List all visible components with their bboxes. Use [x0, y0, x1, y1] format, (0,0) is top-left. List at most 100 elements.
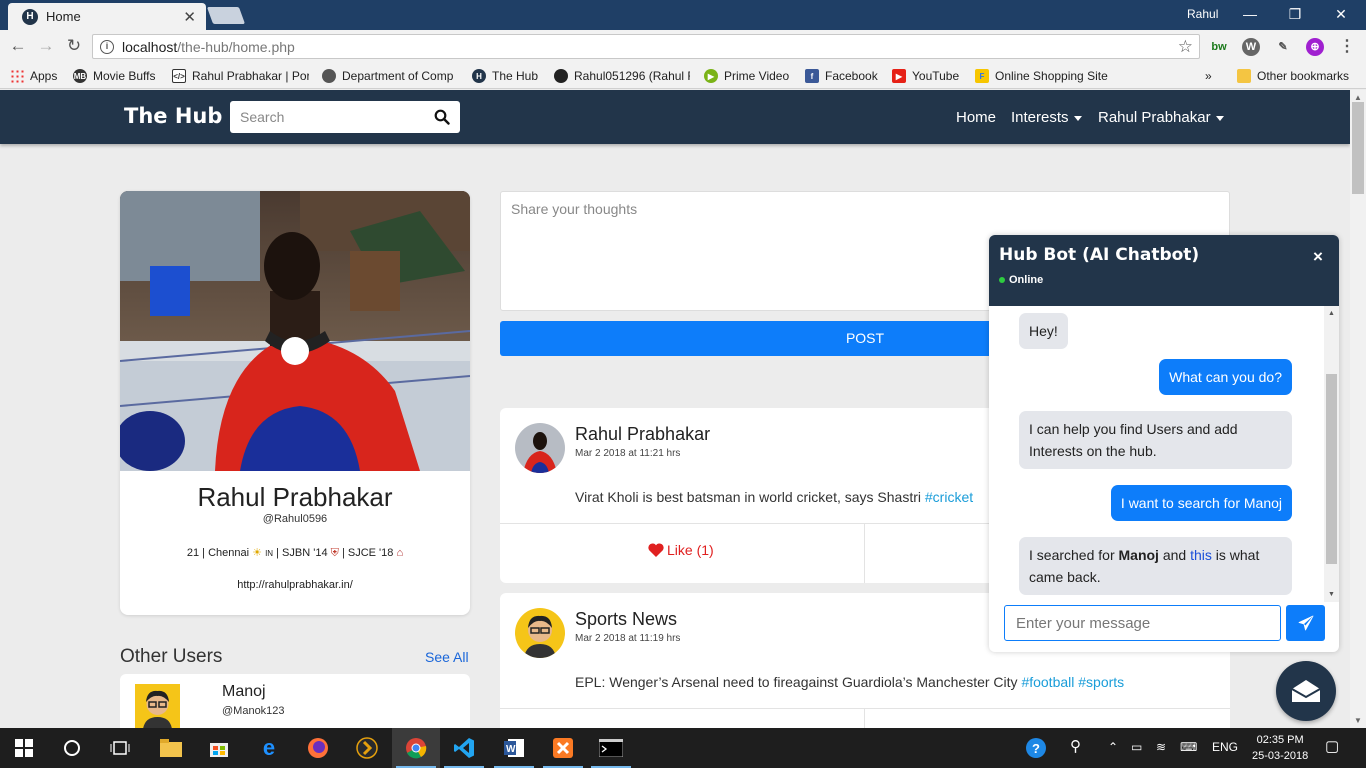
task-view-icon[interactable]: [108, 736, 132, 760]
chat-message-input[interactable]: [1004, 605, 1281, 641]
send-button[interactable]: [1286, 605, 1325, 641]
url-path: /the-hub/home.php: [177, 38, 295, 55]
vscode-icon[interactable]: [452, 736, 476, 760]
language-indicator[interactable]: ENG: [1212, 740, 1238, 754]
bookmark-shopping[interactable]: F Online Shopping Site: [975, 68, 1111, 84]
hashtag-link[interactable]: #cricket: [925, 489, 973, 505]
bookmark-other-bookmarks[interactable]: Other bookmarks: [1237, 68, 1349, 84]
battery-icon[interactable]: ▭: [1131, 740, 1142, 754]
more-bookmarks-chevron-icon[interactable]: »: [1205, 68, 1212, 84]
keyboard-icon[interactable]: ⌨: [1180, 740, 1197, 754]
edge-browser-icon[interactable]: e: [257, 735, 281, 760]
notifications-icon[interactable]: ▢: [1325, 737, 1339, 755]
scroll-up-icon[interactable]: ▲: [1328, 310, 1335, 317]
scroll-down-icon[interactable]: ▼: [1354, 716, 1362, 725]
chat-scrollbar[interactable]: ▲ ▼: [1324, 306, 1339, 602]
firefox-icon[interactable]: [306, 736, 330, 760]
page-content: The Hub Home Interests Rahul Prabhakar: [0, 90, 1350, 728]
address-bar[interactable]: i localhost /the-hub/home.php ☆: [92, 34, 1200, 59]
see-all-link[interactable]: See All: [425, 649, 469, 665]
bookmark-github[interactable]: Rahul051296 (Rahul F: [554, 68, 690, 84]
profile-website-link[interactable]: http://rahulprabhakar.in/: [120, 579, 470, 591]
hashtag-link[interactable]: #football: [1021, 674, 1074, 690]
post-actions: [500, 708, 1230, 728]
bookmark-facebook[interactable]: f Facebook: [805, 68, 878, 84]
post-author[interactable]: Sports News: [575, 609, 677, 630]
bw-extension-icon[interactable]: bw: [1210, 38, 1228, 56]
system-clock[interactable]: 02:35 PM 25-03-2018: [1252, 732, 1308, 764]
terminal-icon[interactable]: [599, 736, 623, 760]
user-list-item[interactable]: Manoj @Manok123: [120, 674, 470, 728]
profile-name: Rahul Prabhakar: [197, 482, 393, 512]
restore-icon[interactable]: ❐: [1285, 4, 1305, 24]
file-explorer-icon[interactable]: [159, 736, 183, 760]
bookmarks-bar: Apps MB Movie Buffs </> Rahul Prabhakar …: [0, 63, 1366, 89]
action-divider: [864, 709, 865, 728]
search-icon[interactable]: [434, 109, 450, 125]
forward-icon[interactable]: →: [36, 36, 56, 56]
bookmark-portfolio[interactable]: </> Rahul Prabhakar | Por: [172, 68, 309, 84]
people-icon[interactable]: ⚲: [1070, 737, 1081, 755]
department-icon: [322, 69, 336, 83]
hub-icon: H: [472, 69, 486, 83]
profile-user-name[interactable]: Rahul: [1187, 7, 1218, 21]
envelope-open-icon: [1291, 680, 1321, 702]
chat-scroll-thumb[interactable]: [1326, 374, 1337, 564]
menu-kebab-icon[interactable]: ⋮: [1338, 38, 1356, 56]
eyedropper-extension-icon[interactable]: ✎: [1274, 38, 1292, 56]
info-icon[interactable]: i: [100, 39, 114, 54]
browser-tab-home[interactable]: H Home ✕: [8, 3, 206, 30]
post-date: Mar 2 2018 at 11:21 hrs: [575, 448, 681, 459]
bookmark-apps[interactable]: Apps: [10, 68, 57, 84]
author-avatar[interactable]: [515, 608, 565, 658]
scroll-down-icon[interactable]: ▼: [1328, 591, 1335, 598]
new-tab-button[interactable]: [206, 7, 246, 24]
facebook-icon: f: [805, 69, 819, 83]
bookmark-star-icon[interactable]: ☆: [1178, 37, 1193, 57]
clock-date: 25-03-2018: [1252, 750, 1309, 762]
nav-home-link[interactable]: Home: [956, 109, 996, 126]
xampp-icon[interactable]: [551, 736, 575, 760]
bookmark-movie-buffs[interactable]: MB Movie Buffs: [73, 68, 155, 84]
user-message: I want to search for Manoj: [1110, 485, 1292, 521]
bookmark-the-hub[interactable]: H The Hub: [472, 68, 538, 84]
wifi-icon[interactable]: ≋: [1156, 740, 1166, 754]
chrome-icon[interactable]: [404, 736, 428, 760]
browser-toolbar: ← → ↻ i localhost /the-hub/home.php ☆ bw…: [0, 30, 1366, 63]
chevron-up-icon[interactable]: ⌃: [1108, 740, 1118, 754]
author-avatar[interactable]: [515, 423, 565, 473]
tab-close-icon[interactable]: ✕: [183, 8, 196, 26]
page-scrollbar[interactable]: ▲ ▼: [1350, 90, 1366, 728]
hashtag-link[interactable]: #sports: [1078, 674, 1124, 690]
chat-close-icon[interactable]: ×: [1313, 247, 1323, 267]
help-icon[interactable]: ?: [1024, 736, 1048, 760]
window-close-icon[interactable]: ✕: [1331, 4, 1351, 24]
nav-interests-dropdown[interactable]: Interests: [1011, 109, 1082, 126]
plex-icon[interactable]: [355, 736, 379, 760]
action-divider: [864, 524, 865, 583]
cortana-icon[interactable]: [60, 736, 84, 760]
brand-logo[interactable]: The Hub: [124, 104, 222, 128]
purple-extension-icon[interactable]: ⊕: [1306, 38, 1324, 56]
minimize-icon[interactable]: —: [1240, 4, 1260, 24]
page-scroll-thumb[interactable]: [1352, 102, 1364, 194]
wordpress-extension-icon[interactable]: W: [1242, 38, 1260, 56]
store-icon[interactable]: [207, 736, 231, 760]
search-input[interactable]: [240, 109, 434, 125]
like-button[interactable]: Like (1): [648, 542, 714, 558]
windows-start-icon[interactable]: [12, 736, 36, 760]
reload-icon[interactable]: ↻: [64, 36, 84, 56]
back-icon[interactable]: ←: [8, 36, 28, 56]
site-navbar: The Hub Home Interests Rahul Prabhakar: [0, 90, 1350, 144]
word-icon[interactable]: W: [502, 736, 526, 760]
url-host: localhost: [122, 38, 178, 55]
chat-toggle-button[interactable]: [1276, 661, 1336, 721]
nav-user-dropdown[interactable]: Rahul Prabhakar: [1098, 109, 1224, 126]
shopping-icon: F: [975, 69, 989, 83]
post-author[interactable]: Rahul Prabhakar: [575, 424, 710, 445]
bookmark-prime-video[interactable]: ▶ Prime Video: [704, 68, 789, 84]
bookmark-department[interactable]: Department of Comp: [322, 68, 458, 84]
search-result-link[interactable]: this: [1190, 547, 1212, 563]
scroll-up-icon[interactable]: ▲: [1354, 93, 1362, 102]
bookmark-youtube[interactable]: ▶ YouTube: [892, 68, 959, 84]
